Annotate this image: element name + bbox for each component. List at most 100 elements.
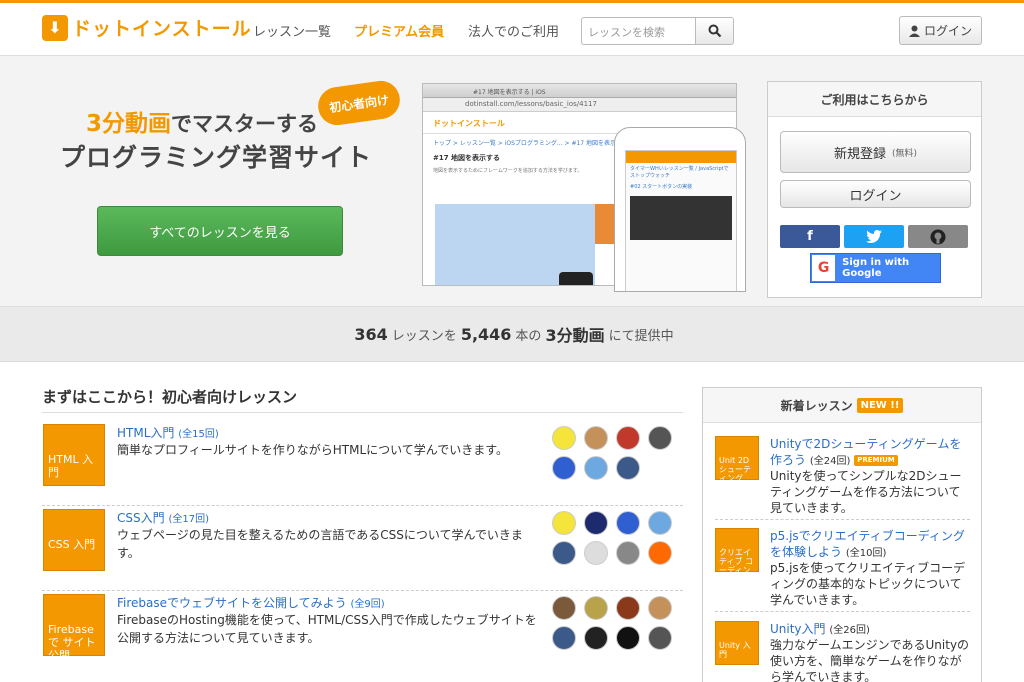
new-lesson-item[interactable]: Unity 入門 Unity入門 (全26回) 強力なゲームエンジンであるUni… [715, 621, 970, 682]
lesson-title-link[interactable]: Firebaseでウェブサイトを公開してみよう (全9回) [117, 594, 385, 611]
github-icon [930, 229, 946, 244]
new-lesson-title[interactable]: p5.jsでクリエイティブコーディングを体験しよう (全10回) [770, 528, 970, 561]
learner-avatar [648, 511, 672, 535]
phone-screen: タイマーWHいレッスン一覧 / JavaScriptでストップウォッチ #02 … [625, 150, 737, 291]
video-play-icon [559, 272, 593, 285]
lesson-count-text: (全9回) [350, 599, 385, 610]
learner-avatar [584, 626, 608, 650]
lesson-thumbnail[interactable]: CSS 入門 [43, 509, 105, 571]
lesson-count-text: (全17回) [168, 514, 209, 525]
facebook-icon: f [807, 229, 813, 244]
learner-avatar [616, 456, 640, 480]
nav-corporate[interactable]: 法人でのご利用 [468, 21, 559, 40]
learner-avatar [648, 541, 672, 565]
lesson-title-text: HTML入門 [117, 426, 175, 440]
learner-avatars [552, 596, 672, 650]
lesson-item-firebase[interactable]: Firebaseで サイト公開 Firebaseでウェブサイトを公開してみよう … [42, 591, 683, 676]
video-format: 3分動画 [545, 326, 605, 345]
register-note: (無料) [891, 148, 918, 159]
learner-avatar [616, 426, 640, 450]
hero-tagline: 3分動画でマスターする [86, 104, 318, 138]
learner-avatar [648, 626, 672, 650]
learner-avatar [552, 426, 576, 450]
register-label: 新規登録 [833, 146, 886, 162]
phone-bar [626, 151, 736, 163]
browser-url: dotinstall.com/lessons/basic_ios/4117 [423, 98, 736, 112]
learner-avatar [552, 596, 576, 620]
learner-avatar [616, 596, 640, 620]
google-signin-button[interactable]: G Sign in with Google [810, 253, 941, 283]
phone-video [630, 196, 732, 240]
learner-avatar [552, 456, 576, 480]
google-signin-label: Sign in with Google [842, 257, 910, 279]
learner-avatar [648, 426, 672, 450]
lesson-thumbnail[interactable]: HTML 入門 [43, 424, 105, 486]
video-count-unit: 本の [515, 328, 542, 344]
learner-avatar [584, 426, 608, 450]
panel-login-button[interactable]: ログイン [780, 180, 971, 208]
google-icon: G [812, 255, 836, 281]
new-lesson-description: p5.jsを使ってクリエイティブコーディングの基本的なトピックについて学んでいき… [770, 561, 966, 608]
video-count: 5,446 [460, 324, 512, 344]
browser-tab: #17 地図を表示する | iOS [423, 84, 736, 98]
stats-suffix: にて提供中 [608, 328, 674, 344]
lesson-description: 簡単なプロフィールサイトを作りながらHTMLについて学んでいきます。 [117, 443, 508, 457]
learner-avatar [584, 456, 608, 480]
new-lesson-count: (全24回) [809, 456, 851, 468]
new-lesson-description: 強力なゲームエンジンであるUnityの使い方を、簡単なゲームを作りながら学んでい… [770, 638, 970, 682]
lesson-title-text: CSS入門 [117, 511, 165, 525]
phone-line-2: #02 スタートボタンの実装 [630, 184, 693, 190]
register-button[interactable]: 新規登録 (無料) [780, 131, 971, 173]
beginner-section-title: まずはここから！初心者向けレッスン [42, 388, 298, 406]
twitter-login-button[interactable] [844, 225, 904, 248]
new-lessons-title: 新着レッスン [780, 398, 853, 413]
hero-subtitle: プログラミング学習サイト [60, 143, 373, 172]
lesson-thumbnail[interactable]: Firebaseで サイト公開 [43, 594, 105, 662]
learner-avatar [552, 511, 576, 535]
phone-line-1: タイマーWHいレッスン一覧 / JavaScriptでストップウォッチ [630, 166, 729, 179]
search-button[interactable] [695, 17, 734, 45]
new-lesson-title[interactable]: Unityで2Dシューティングゲームを作ろう (全24回) PREMIUM [770, 436, 970, 469]
learner-avatar [648, 596, 672, 620]
search-input[interactable]: レッスンを検索 [581, 17, 695, 45]
header-login-button[interactable]: ログイン [899, 16, 982, 45]
phone-screenshot: タイマーWHいレッスン一覧 / JavaScriptでストップウォッチ #02 … [614, 127, 746, 292]
signup-title: ご利用はこちらから [768, 82, 981, 117]
tagline-highlight: 3分動画 [86, 111, 172, 137]
lesson-item-css[interactable]: CSS 入門 CSS入門 (全17回) ウェブページの見た目を整えるための言語で… [42, 506, 683, 591]
stats-band: 364 レッスンを 5,446 本の 3分動画 にて提供中 [0, 306, 1024, 362]
lesson-description: ウェブページの見た目を整えるための言語であるCSSについて学んでいきます。 [117, 528, 523, 560]
facebook-login-button[interactable]: f [780, 225, 840, 248]
learner-avatar [584, 596, 608, 620]
all-lessons-button[interactable]: すべてのレッスンを見る [97, 206, 343, 256]
lesson-title-link[interactable]: CSS入門 (全17回) [117, 509, 209, 526]
new-lesson-count: (全26回) [829, 625, 870, 636]
premium-badge: PREMIUM [854, 454, 898, 467]
github-login-button[interactable] [908, 225, 968, 248]
user-icon [908, 25, 920, 37]
new-lesson-thumbnail[interactable]: Unity 入門 [715, 621, 759, 665]
signup-panel: ご利用はこちらから 新規登録 (無料) ログイン f G Sign in wit… [767, 81, 982, 298]
new-lessons-header: 新着レッスン NEW !! [703, 388, 981, 423]
twitter-icon [866, 230, 882, 243]
lesson-title-link[interactable]: HTML入門 (全15回) [117, 424, 219, 441]
lesson-count: 364 [354, 324, 388, 344]
lesson-title-text: Firebaseでウェブサイトを公開してみよう [117, 596, 347, 610]
learner-avatar [552, 626, 576, 650]
site-logo[interactable]: ⬇ ドットインストール [42, 14, 252, 41]
new-lesson-thumbnail[interactable]: クリエイティブ コーディング [715, 528, 759, 583]
new-lesson-title[interactable]: Unity入門 (全26回) [770, 621, 970, 638]
nav-lesson-list[interactable]: レッスン一覧 [253, 21, 331, 40]
new-lesson-item[interactable]: Unit 2Dシューティング Unityで2Dシューティングゲームを作ろう (全… [715, 436, 970, 520]
learner-avatars [552, 426, 672, 480]
new-lesson-description: Unityを使ってシンプルな2Dシューティングゲームを作る方法について見ていきま… [770, 469, 962, 516]
nav-premium[interactable]: プレミアム会員 [354, 21, 444, 40]
header-login-label: ログイン [923, 24, 972, 38]
new-badge: NEW !! [856, 397, 904, 413]
beginner-bubble: 初心者向け [315, 78, 403, 128]
new-lesson-item[interactable]: クリエイティブ コーディング p5.jsでクリエイティブコーディングを体験しよう… [715, 528, 970, 612]
hero-section: 3分動画でマスターする プログラミング学習サイト 初心者向け すべてのレッスンを… [0, 56, 1024, 306]
learner-avatar [552, 541, 576, 565]
lesson-item-html[interactable]: HTML 入門 HTML入門 (全15回) 簡単なプロフィールサイトを作りながら… [42, 421, 683, 506]
new-lesson-thumbnail[interactable]: Unit 2Dシューティング [715, 436, 759, 482]
